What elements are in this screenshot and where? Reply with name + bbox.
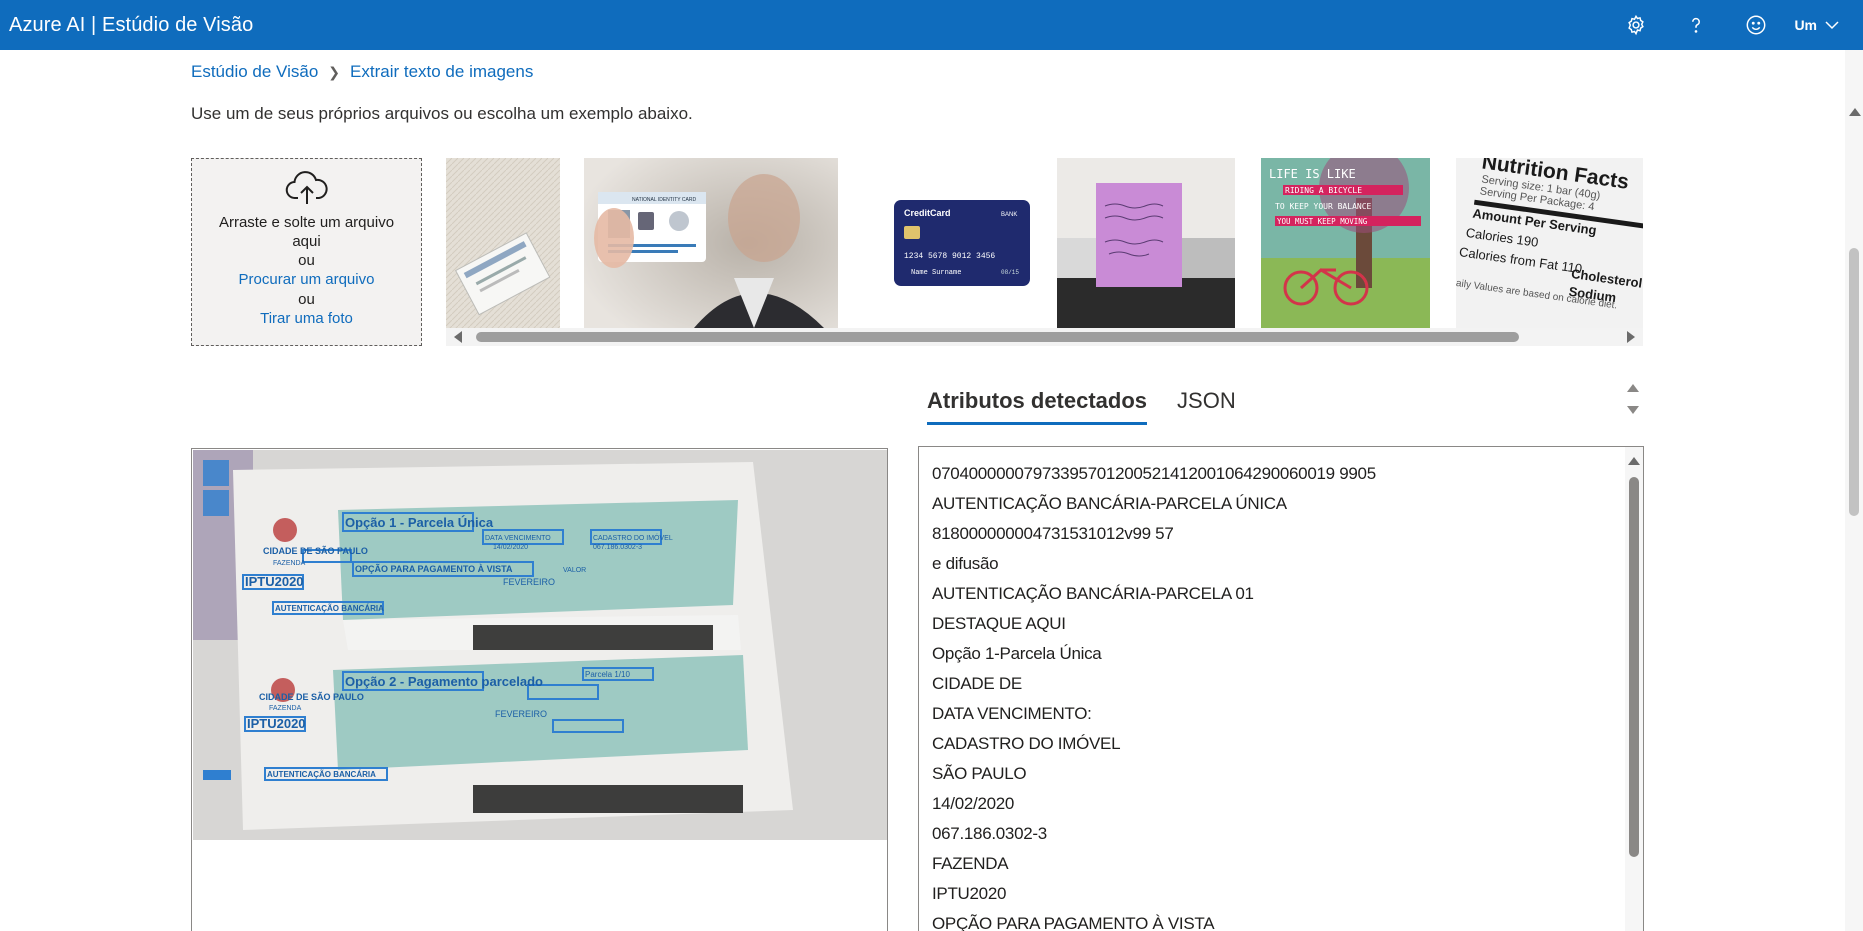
detected-line[interactable]: CADASTRO DO IMÓVEL xyxy=(932,729,1643,759)
feedback-icon[interactable] xyxy=(1726,0,1786,50)
breadcrumb: Estúdio de Visão ❯ Extrair texto de imag… xyxy=(191,62,533,82)
breadcrumb-root[interactable]: Estúdio de Visão xyxy=(191,62,318,82)
instructions-text: Use um de seus próprios arquivos ou esco… xyxy=(191,104,693,123)
detected-line[interactable]: e difusão xyxy=(932,549,1643,579)
card-bank: BANK xyxy=(1001,212,1017,218)
ocr-top-auth: AUTENTICAÇÃO BANCÁRIA xyxy=(275,604,384,613)
sample-nutrition-facts[interactable]: Nutrition Facts Serving size: 1 bar (40g… xyxy=(1456,158,1643,328)
detected-line[interactable]: IPTU2020 xyxy=(932,879,1643,909)
settings-icon[interactable] xyxy=(1606,0,1666,50)
ocr-top-month: FEVEREIRO xyxy=(503,577,555,587)
drag-drop-text: Arraste e solte um arquivo aqui xyxy=(218,214,395,250)
ocr-bottom-parcela: Parcela 1/10 xyxy=(585,670,630,679)
chevron-down-icon xyxy=(1825,21,1839,30)
ocr-top-dept: FAZENDA xyxy=(273,560,306,567)
ocr-bottom-auth: AUTENTICAÇÃO BANCÁRIA xyxy=(267,770,376,779)
result-tabs: Atributos detectados JSON xyxy=(927,388,1236,425)
or-text: ou xyxy=(298,291,315,308)
scroll-right-icon[interactable] xyxy=(1627,331,1635,343)
scroll-thumb[interactable] xyxy=(1849,248,1859,516)
detected-line[interactable]: FAZENDA xyxy=(932,849,1643,879)
text-scrollbar[interactable] xyxy=(1625,447,1643,931)
carousel-scrollbar[interactable] xyxy=(446,328,1643,346)
ocr-bottom-city: CIDADE DE SÃO PAULO xyxy=(259,692,364,702)
detected-line[interactable]: DATA VENCIMENTO: xyxy=(932,699,1643,729)
tab-detected-attributes[interactable]: Atributos detectados xyxy=(927,388,1148,425)
sample-social-security-card[interactable] xyxy=(446,158,560,328)
ocr-bottom-month: FEVEREIRO xyxy=(495,709,547,719)
or-text: ou xyxy=(298,252,315,269)
detected-line[interactable]: SÃO PAULO xyxy=(932,759,1643,789)
poster-line-1: LIFE IS LIKE xyxy=(1269,167,1356,181)
chevron-up-icon[interactable] xyxy=(1627,384,1639,392)
app-title[interactable]: Azure AI | Estúdio de Visão xyxy=(0,14,253,37)
scroll-up-icon[interactable] xyxy=(1628,457,1640,465)
browse-file-link[interactable]: Procurar um arquivo xyxy=(192,270,421,290)
sample-id-card[interactable]: NATIONAL IDENTITY CARD xyxy=(584,158,838,328)
user-menu[interactable]: Um xyxy=(1786,17,1863,33)
cloud-upload-icon xyxy=(285,171,328,204)
poster-line-2: RIDING A BICYCLE xyxy=(1285,186,1362,195)
sample-images-carousel: NATIONAL IDENTITY CARD CreditCard BANK 1… xyxy=(446,158,1643,328)
result-image: Opção 1 - Parcela Única CIDADE DE SÃO PA… xyxy=(193,450,887,840)
detected-line[interactable]: 818000000004731531012v99 57 xyxy=(932,519,1643,549)
ocr-top-cadastro-label: CADASTRO DO IMÓVEL xyxy=(593,533,673,542)
detected-line[interactable]: 14/02/2020 xyxy=(932,789,1643,819)
detected-text-panel: 0704000000797339570120052141200106429006… xyxy=(918,446,1644,931)
card-brand: CreditCard xyxy=(904,208,951,218)
detected-line[interactable]: AUTENTICAÇÃO BANCÁRIA-PARCELA 01 xyxy=(932,579,1643,609)
sample-sticky-note[interactable] xyxy=(1057,158,1235,328)
ocr-top-valor: VALOR xyxy=(563,567,586,574)
card-exp: 08/15 xyxy=(1001,269,1019,276)
ocr-bottom-tax: IPTU2020 xyxy=(247,716,306,731)
tab-json[interactable]: JSON xyxy=(1177,388,1236,425)
card-name: Name Surname xyxy=(911,269,961,277)
zoom-out-button[interactable] xyxy=(203,490,229,516)
page-scrollbar[interactable] xyxy=(1845,50,1863,931)
ocr-bottom-dept: FAZENDA xyxy=(269,705,302,712)
sample-credit-card[interactable]: CreditCard BANK 1234 5678 9012 3456 Name… xyxy=(861,158,1047,328)
detected-line[interactable]: OPÇÃO PARA PAGAMENTO À VISTA xyxy=(932,909,1643,931)
chevron-right-icon: ❯ xyxy=(328,63,341,80)
user-label: Um xyxy=(1794,17,1817,33)
upload-dropzone[interactable]: Arraste e solte um arquivo aqui ou Procu… xyxy=(191,158,422,346)
detected-line[interactable]: 0704000000797339570120052141200106429006… xyxy=(932,459,1643,489)
ocr-top-date: 14/02/2020 xyxy=(493,544,528,551)
sample-poster[interactable]: LIFE IS LIKE RIDING A BICYCLE TO KEEP YO… xyxy=(1261,158,1430,328)
ocr-top-tax: IPTU2020 xyxy=(245,574,304,589)
poster-line-4: YOU MUST KEEP MOVING xyxy=(1277,217,1368,226)
ocr-top-title: Opção 1 - Parcela Única xyxy=(345,515,494,530)
card-number: 1234 5678 9012 3456 xyxy=(904,252,995,261)
id-card-header: NATIONAL IDENTITY CARD xyxy=(632,197,696,203)
take-photo-link[interactable]: Tirar uma foto xyxy=(192,309,421,329)
detected-line[interactable]: DESTAQUE AQUI xyxy=(932,609,1643,639)
ocr-top-cadastro: 067.186.0302-3 xyxy=(593,544,642,551)
ocr-top-option: OPÇÃO PARA PAGAMENTO À VISTA xyxy=(355,564,513,574)
detected-line[interactable]: 067.186.0302-3 xyxy=(932,819,1643,849)
detected-text-list: 0704000000797339570120052141200106429006… xyxy=(919,447,1643,931)
detected-line[interactable]: CIDADE DE xyxy=(932,669,1643,699)
ocr-top-date-label: DATA VENCIMENTO xyxy=(485,535,551,542)
poster-line-3: TO KEEP YOUR BALANCE xyxy=(1275,202,1372,211)
chevron-down-icon[interactable] xyxy=(1627,406,1639,414)
ocr-bottom-title: Opção 2 - Pagamento parcelado xyxy=(345,674,543,689)
scroll-left-icon[interactable] xyxy=(454,331,462,343)
breadcrumb-current[interactable]: Extrair texto de imagens xyxy=(350,62,533,82)
result-image-panel: Opção 1 - Parcela Única CIDADE DE SÃO PA… xyxy=(191,448,888,931)
scroll-up-icon[interactable] xyxy=(1849,108,1861,116)
header-actions: Um xyxy=(1606,0,1863,50)
help-icon[interactable] xyxy=(1666,0,1726,50)
image-control[interactable] xyxy=(203,770,231,780)
text-scroll-thumb[interactable] xyxy=(1629,477,1639,857)
top-bar: Azure AI | Estúdio de Visão Um xyxy=(0,0,1863,50)
detected-line[interactable]: Opção 1-Parcela Única xyxy=(932,639,1643,669)
detected-line[interactable]: AUTENTICAÇÃO BANCÁRIA-PARCELA ÚNICA xyxy=(932,489,1643,519)
carousel-scroll-thumb[interactable] xyxy=(476,332,1519,342)
tabs-scroll xyxy=(1627,384,1639,414)
zoom-in-button[interactable] xyxy=(203,460,229,486)
ocr-top-city: CIDADE DE SÃO PAULO xyxy=(263,546,368,556)
